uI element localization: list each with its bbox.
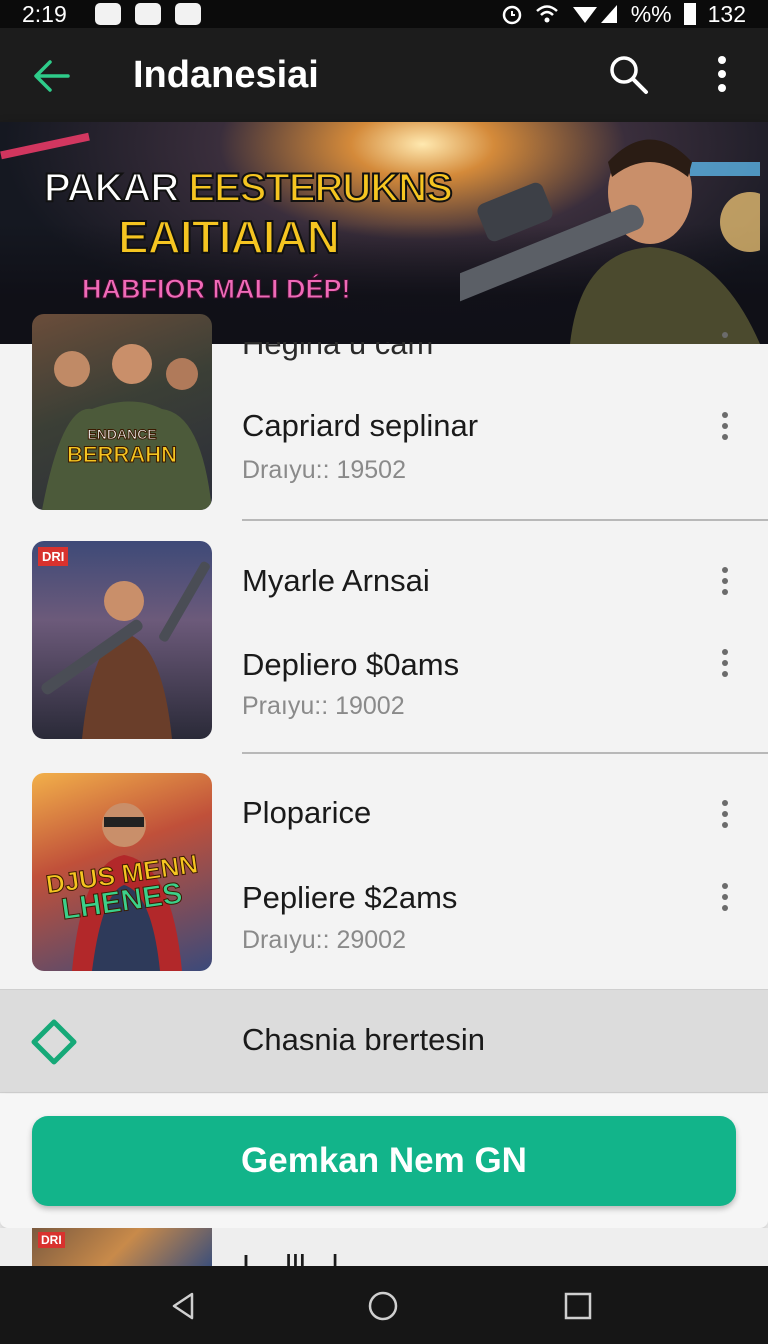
nav-back-icon[interactable] [168,1290,200,1322]
cta-container: Gemkan Nem GN [0,1094,768,1228]
wifi-icon [535,5,558,23]
banner-neon [0,132,90,160]
banner-title-word2: EESTERUKNS [187,165,453,211]
item-more-icon[interactable] [716,883,734,913]
status-bar: 2:19 %% 132 [0,0,768,28]
thumbnail-art [41,561,210,739]
item-more-icon[interactable] [716,800,734,830]
thumbnail-badge: DRI [38,547,69,566]
more-vert-icon[interactable] [704,50,740,98]
banner-hero-image [460,139,760,344]
app-icon-1 [94,3,121,25]
battery-icon [683,3,696,25]
peek-title: L...lll...l [242,1248,339,1266]
system-icons: %% 132 [501,1,746,28]
battery-percent: %% [630,0,672,27]
game-thumbnail[interactable]: DJUS MENN LHENES [32,773,212,971]
banner-title-line1: PAKAR EESTERUKNS [43,165,454,211]
alarm-icon [502,5,521,25]
status-right-text: 132 [707,0,746,27]
divider [242,519,768,521]
thumbnail-title: BERRAHN [67,442,178,468]
item-subtitle[interactable]: Capriard seplinar [242,408,478,444]
arrow-left-icon[interactable] [28,52,76,100]
filter-row[interactable]: Chasnia brertesin [0,989,768,1093]
item-title[interactable]: Ploparice [242,795,371,831]
status-time: 2:19 [22,0,67,27]
item-meta: Draıyu:: 19502 [242,456,406,484]
app-bar: Indanesiai [0,28,768,122]
nav-home-icon[interactable] [367,1290,399,1322]
item-more-icon[interactable] [716,412,734,442]
item-subtitle: Depliero $0ams [242,647,460,682]
signal-icon [572,5,617,23]
item-more-icon[interactable] [716,567,734,597]
promo-banner[interactable]: PAKAR EESTERUKNS EAITIAIAN HABFIOR MALI … [0,122,768,344]
item-subtitle: Pepliere $2ams [242,880,458,915]
notification-icons [94,3,201,25]
item-more-icon[interactable] [716,332,734,344]
banner-subtitle: HABFIOR MALI DÉP! [81,274,351,305]
banner-title-line2: EAITIAIAN [117,210,341,264]
item-meta: Praıyu:: 19002 [242,692,405,720]
thumbnail-title: ENDANCE [87,426,157,443]
filter-label: Chasnia brertesin [242,1022,485,1057]
app-icon-2 [134,3,161,25]
item-meta: Draıyu:: 29002 [242,926,406,954]
primary-action-button[interactable]: Gemkan Nem GN [32,1116,736,1206]
nav-recents-icon[interactable] [562,1290,594,1322]
system-nav-bar [0,1266,768,1344]
diamond-outline-icon [31,1019,77,1065]
thumbnail-badge: DRI [38,1232,65,1248]
game-thumbnail[interactable]: DRI [32,541,212,739]
thumbnail-art [42,344,212,510]
page-title: Indanesiai [133,54,319,96]
peek-list-item[interactable]: DRI L...lll...l [0,1228,768,1266]
game-thumbnail[interactable]: ENDANCE BERRAHN [32,314,212,510]
item-title[interactable]: Myarle Arnsai [242,563,430,599]
item-more-icon[interactable] [716,649,734,679]
banner-title-word1: PAKAR [43,165,180,211]
game-thumbnail: DRI [32,1228,212,1266]
app-icon-3 [174,3,201,25]
search-icon[interactable] [606,52,650,96]
divider [242,752,768,754]
